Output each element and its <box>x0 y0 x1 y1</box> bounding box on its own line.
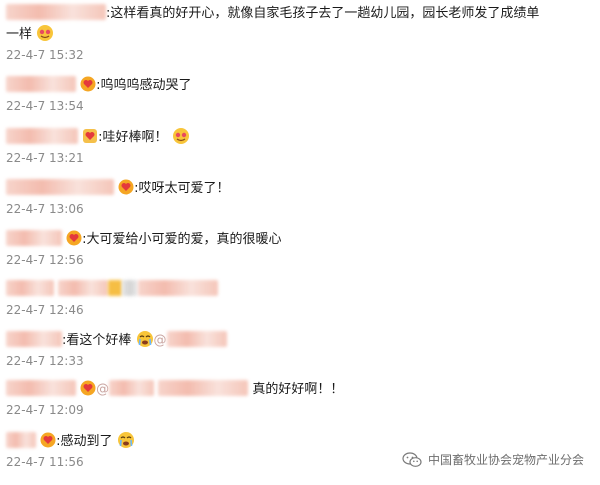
fan-badge-icon <box>66 230 82 246</box>
wechat-watermark: 中国畜牧业协会宠物产业分会 <box>402 451 584 468</box>
username-redacted[interactable] <box>6 4 106 20</box>
username-redacted[interactable] <box>6 331 62 347</box>
username-redacted[interactable] <box>6 179 114 195</box>
comment-6-content-redacted <box>122 280 139 296</box>
fan-badge-icon <box>80 380 96 396</box>
comment-1-time: 22-4-7 15:32 <box>6 48 84 62</box>
fan-badge-icon <box>40 432 56 448</box>
comment-7-text: :看这个好棒 <box>62 333 132 348</box>
crying-emoji-icon <box>117 432 134 448</box>
comment-6-time: 22-4-7 12:46 <box>6 303 84 317</box>
comment-6: 22-4-7 12:46 <box>6 280 590 318</box>
comment-8-text: 真的好好啊！！ <box>252 382 344 397</box>
comment-6-text-row <box>6 280 590 300</box>
love-eyes-emoji-icon <box>37 25 54 41</box>
comment-6-content-redacted <box>138 280 219 296</box>
mention-redacted[interactable] <box>166 331 227 347</box>
mention-at[interactable]: @ <box>96 382 109 397</box>
comment-6-content-redacted <box>58 280 109 296</box>
username-redacted[interactable] <box>6 230 62 246</box>
mention-redacted[interactable] <box>158 380 249 396</box>
fan-badge-icon <box>118 179 134 195</box>
comment-3-time: 22-4-7 13:21 <box>6 151 84 165</box>
comment-3: :哇好棒啊！ 22-4-7 13:21 <box>6 127 590 166</box>
comment-4-time: 22-4-7 13:06 <box>6 202 84 216</box>
comment-1-text-end: 一样 <box>6 27 33 42</box>
comment-2-time: 22-4-7 13:54 <box>6 99 84 113</box>
comment-1-text-row: :这样看真的好开心，就像自家毛孩子去了一趟幼儿园，园长老师发了成绩单 一样 <box>6 4 591 45</box>
comment-7-text-row: :看这个好棒 @ <box>6 330 590 351</box>
comment-9-text: :感动到了 <box>56 434 113 449</box>
comment-5: :大可爱给小可爱的爱，真的很暖心 22-4-7 12:56 <box>6 230 590 268</box>
comment-3-text-row: :哇好棒啊！ <box>6 127 590 148</box>
comment-2-text: :呜呜呜感动哭了 <box>96 78 192 93</box>
comment-1: :这样看真的好开心，就像自家毛孩子去了一趟幼儿园，园长老师发了成绩单 一样 22… <box>6 4 590 63</box>
fan-badge-icon <box>83 129 98 143</box>
comment-1-text: :这样看真的好开心，就像自家毛孩子去了一趟幼儿园，园长老师发了成绩单 <box>106 6 540 21</box>
watermark-text: 中国畜牧业协会宠物产业分会 <box>427 453 584 467</box>
fan-badge-icon <box>80 76 96 92</box>
comment-7-time: 22-4-7 12:33 <box>6 354 84 368</box>
username-redacted[interactable] <box>6 380 76 396</box>
comment-4-text-row: :哎呀太可爱了！ <box>6 179 590 199</box>
comment-2-text-row: :呜呜呜感动哭了 <box>6 76 590 96</box>
comment-8-time: 22-4-7 12:09 <box>6 403 84 417</box>
comment-7: :看这个好棒 @ 22-4-7 12:33 <box>6 330 590 369</box>
mention-redacted[interactable] <box>109 380 155 396</box>
username-redacted[interactable] <box>6 76 76 92</box>
comment-5-text: :大可爱给小可爱的爱，真的很暖心 <box>82 232 282 247</box>
comment-2: :呜呜呜感动哭了 22-4-7 13:54 <box>6 76 590 114</box>
love-eyes-emoji-icon <box>172 128 189 144</box>
comment-9-text-row: :感动到了 <box>6 431 590 452</box>
crying-emoji-icon <box>136 331 153 347</box>
comment-5-time: 22-4-7 12:56 <box>6 253 84 267</box>
comment-8: @ 真的好好啊！！ 22-4-7 12:09 <box>6 380 590 418</box>
username-redacted[interactable] <box>6 128 78 144</box>
username-redacted[interactable] <box>6 280 54 296</box>
comment-8-text-row: @ 真的好好啊！！ <box>6 380 590 400</box>
username-redacted[interactable] <box>6 432 36 448</box>
comment-4: :哎呀太可爱了！ 22-4-7 13:06 <box>6 179 590 217</box>
wechat-icon <box>402 451 422 467</box>
comment-4-text: :哎呀太可爱了！ <box>134 181 230 196</box>
comment-5-text-row: :大可爱给小可爱的爱，真的很暖心 <box>6 230 590 250</box>
comment-6-content-redacted <box>108 280 123 296</box>
comment-3-text: :哇好棒啊！ <box>98 130 168 145</box>
mention-at[interactable]: @ <box>154 333 167 348</box>
